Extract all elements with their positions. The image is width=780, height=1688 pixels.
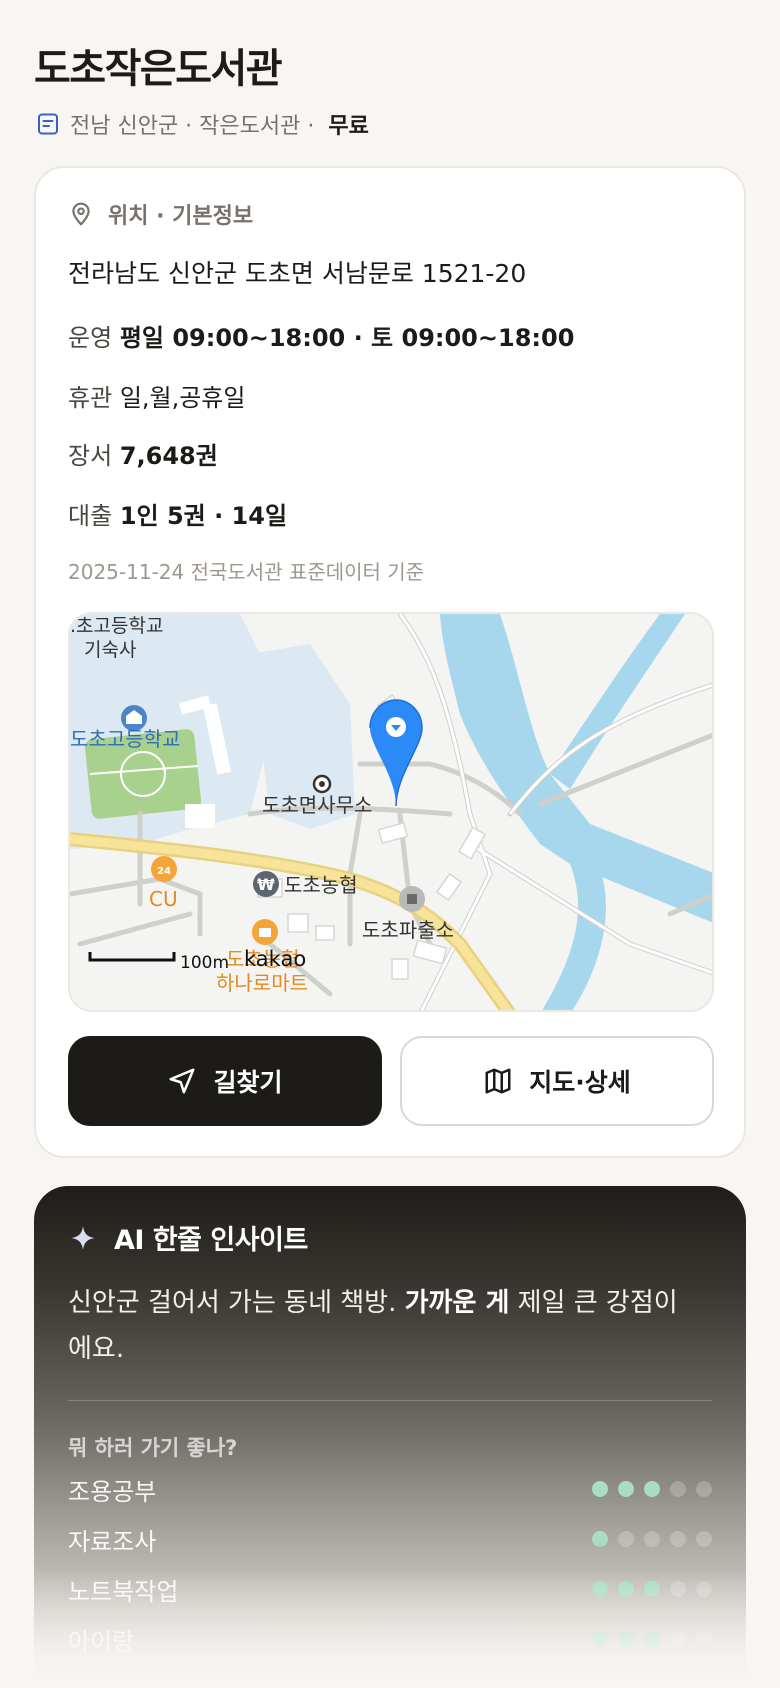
activity-row: 조용공부 [68,1474,712,1506]
rating-dot [618,1631,634,1647]
activity-name: 조용공부 [68,1477,157,1506]
rating-dot [696,1481,712,1497]
library-detail-page: 도초작은도서관 전남 신안군 · 작은도서관 · 무료 위치 · 기본정보 전라… [0,0,780,1688]
rating-dot [644,1631,660,1647]
rating-dot [618,1531,634,1547]
activity-name: 아이랑 [68,1627,135,1656]
map-label-school: 도초고등학교 [70,727,180,751]
map-label-store2: 하나로마트 [216,971,308,995]
rating-dot [644,1581,660,1597]
info-card: 위치 · 기본정보 전라남도 신안군 도초면 서남문로 1521-20 운영 평… [34,166,746,1158]
loan-label: 대출 [68,502,113,530]
ai-insight-title: AI 한줄 인사이트 [114,1225,308,1256]
activity-name: 자료조사 [68,1527,157,1556]
hours-label: 운영 [68,324,113,352]
activity-rating [592,1531,712,1547]
ai-insight-text: 신안군 걸어서 가는 동네 책방. 가까운 게 제일 큰 강점이에요. [68,1280,688,1372]
rating-dot [644,1531,660,1547]
ai-insight-header: AI 한줄 인사이트 [70,1218,308,1257]
svg-text:24: 24 [157,866,171,877]
location-pin-icon [72,202,90,226]
activity-name: 노트북작업 [68,1577,179,1606]
data-source: 2025-11-24 전국도서관 표준데이터 기준 [68,560,425,584]
activity-rating [592,1631,712,1647]
rating-dot [592,1481,608,1497]
hours-row: 운영 평일 09:00~18:00 · 토 09:00~18:00 [68,318,574,353]
map-detail-button[interactable]: 지도·상세 [400,1036,714,1126]
hours-value: 평일 09:00~18:00 · 토 09:00~18:00 [119,324,575,352]
rating-dot [592,1531,608,1547]
map-detail-label: 지도·상세 [529,1068,631,1097]
books-value: 7,648권 [119,442,218,470]
location-map[interactable]: .초고등학교 기숙사 도초고등학교 도초면사무소 ₩ 도초농협 도초파출소 24… [68,612,714,1012]
rating-dot [670,1581,686,1597]
activity-question: 뭐 하러 가기 좋나? [68,1436,238,1460]
ai-text-highlight: 가까운 게 [404,1288,510,1318]
rating-dot [592,1581,608,1597]
map-label-police: 도초파출소 [362,918,454,942]
rating-dot [592,1631,608,1647]
activity-rating [592,1581,712,1597]
rating-dot [618,1581,634,1597]
activity-row: 아이랑 [68,1624,712,1656]
library-meta: 전남 신안군 · 작은도서관 · 무료 [36,108,369,140]
closed-value: 일,월,공휴일 [119,384,246,412]
rating-dot [696,1531,712,1547]
section-header-location: 위치 · 기본정보 [68,198,253,230]
section-title: 위치 · 기본정보 [108,204,254,229]
rating-dot [644,1481,660,1497]
rating-dot [670,1631,686,1647]
books-row: 장서 7,648권 [68,436,218,471]
activity-row: 자료조사 [68,1524,712,1556]
ai-text-part: 신안군 걸어서 가는 동네 책방. [68,1288,405,1318]
navigation-arrow-icon [169,1068,195,1094]
rating-dot [618,1481,634,1497]
map-label-office: 도초면사무소 [262,793,372,817]
region-type: 전남 신안군 · 작은도서관 · [70,114,315,139]
map-label-dorm: 기숙사 [84,639,136,661]
rating-dot [670,1481,686,1497]
document-icon [38,113,58,135]
divider [68,1400,712,1401]
map-brand: kakao [244,947,306,971]
map-label-nonghyup: 도초농협 [284,873,358,897]
rating-dot [696,1581,712,1597]
map-label-cu: CU [149,887,178,911]
directions-label: 길찾기 [213,1068,283,1097]
map-label-school-dorm: .초고등학교 [70,615,163,637]
svg-text:₩: ₩ [257,875,275,894]
activity-row: 노트북작업 [68,1574,712,1606]
loan-row: 대출 1인 5권 · 14일 [68,496,287,531]
sparkle-icon [71,1225,95,1250]
rating-dot [696,1631,712,1647]
page-title: 도초작은도서관 [34,46,283,92]
rating-dot [670,1531,686,1547]
map-canvas[interactable]: .초고등학교 기숙사 도초고등학교 도초면사무소 ₩ 도초농협 도초파출소 24… [70,614,714,1012]
map-scale-label: 100m [180,953,229,973]
closed-row: 휴관 일,월,공휴일 [68,378,245,413]
books-label: 장서 [68,442,113,470]
fee-badge: 무료 [328,114,369,139]
ai-insight-card: AI 한줄 인사이트 신안군 걸어서 가는 동네 책방. 가까운 게 제일 큰 … [34,1186,746,1688]
closed-label: 휴관 [68,384,113,412]
directions-button[interactable]: 길찾기 [68,1036,382,1126]
map-icon [485,1068,511,1094]
loan-value: 1인 5권 · 14일 [119,502,288,530]
address: 전라남도 신안군 도초면 서남문로 1521-20 [68,259,527,288]
activity-rating [592,1481,712,1497]
